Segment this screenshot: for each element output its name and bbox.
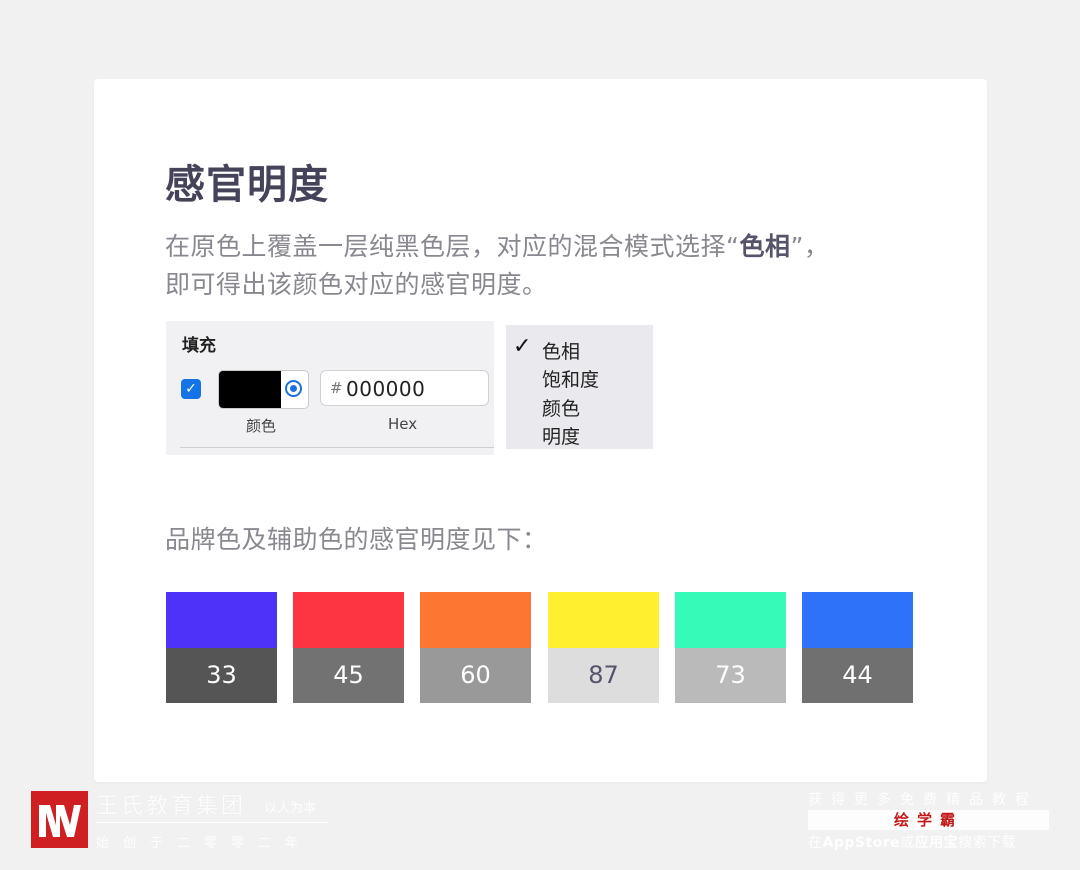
lightness-value: 33 xyxy=(166,648,277,703)
description-text-end: ”， xyxy=(790,232,830,261)
brand-color xyxy=(675,592,786,648)
menu-item-luminosity[interactable]: 明度 xyxy=(542,422,580,449)
brand-color xyxy=(420,592,531,648)
lightness-value: 45 xyxy=(293,648,404,703)
sub-heading: 品牌色及辅助色的感官明度见下： xyxy=(165,525,548,554)
logo-icon xyxy=(39,805,81,837)
menu-item-color[interactable]: 颜色 xyxy=(542,394,580,421)
footer-promo: 获得更多免费精品教程 xyxy=(808,792,1038,808)
footer-yingyongbao: 应用宝 xyxy=(914,835,959,851)
brand-color xyxy=(802,592,913,648)
swatch-chip: 45 xyxy=(293,592,404,703)
checkmark-icon: ✓ xyxy=(513,334,532,359)
footer-download-text: 或 xyxy=(900,835,915,851)
brand-color xyxy=(166,592,277,648)
fill-panel: 填充 ✓ # 000000 颜色 Hex xyxy=(166,321,494,455)
footer-founded: 始创于二零零二年 xyxy=(96,836,313,851)
swatch-chip: 44 xyxy=(802,592,913,703)
lightness-value: 60 xyxy=(420,648,531,703)
hex-hash-label: # xyxy=(330,379,343,397)
footer-download-text: 搜索下载 xyxy=(958,835,1017,851)
page-title: 感官明度 xyxy=(165,162,329,208)
footer-download-hint: 在AppStore或应用宝搜索下载 xyxy=(808,832,1049,852)
description-emphasis: 色相 xyxy=(739,232,791,261)
footer-download-text: 在 xyxy=(808,835,823,851)
lightness-value: 73 xyxy=(675,648,786,703)
swatch-chip: 73 xyxy=(675,592,786,703)
menu-item-hue[interactable]: 色相 xyxy=(542,337,580,364)
description: 在原色上覆盖一层纯黑色层，对应的混合模式选择“色相”， 即可得出该颜色对应的感官明… xyxy=(165,228,925,304)
lightness-value: 44 xyxy=(802,648,913,703)
lightness-value: 87 xyxy=(548,648,659,703)
footer-brand: 王氏教育集团 xyxy=(96,794,247,819)
brand-color xyxy=(548,592,659,648)
menu-item-saturation[interactable]: 饱和度 xyxy=(542,365,599,392)
fill-label: 填充 xyxy=(182,336,216,356)
fill-checkbox[interactable]: ✓ xyxy=(181,379,201,399)
color-swatch xyxy=(219,371,281,408)
footer-divider xyxy=(96,822,328,823)
footer-appstore: AppStore xyxy=(822,835,901,851)
divider xyxy=(180,447,494,448)
brand-logo xyxy=(31,791,88,848)
description-text: 在原色上覆盖一层纯黑色层，对应的混合模式选择“ xyxy=(165,232,740,261)
hex-caption: Hex xyxy=(388,415,418,433)
color-picker-icon[interactable] xyxy=(285,380,302,397)
swatch-chip: 33 xyxy=(166,592,277,703)
hex-input[interactable]: # 000000 xyxy=(320,370,489,406)
swatch-chip: 87 xyxy=(548,592,659,703)
footer-slogan: 以人为本 xyxy=(264,801,317,816)
brand-color xyxy=(293,592,404,648)
hex-value: 000000 xyxy=(346,377,426,401)
color-caption: 颜色 xyxy=(246,417,277,435)
color-swatch-button[interactable] xyxy=(218,370,309,409)
blend-mode-menu: ✓ 色相 饱和度 颜色 明度 xyxy=(506,325,653,449)
swatch-chip: 60 xyxy=(420,592,531,703)
description-line2: 即可得出该颜色对应的感官明度。 xyxy=(165,270,548,299)
footer-app-name: 绘学霸 xyxy=(808,810,1049,830)
